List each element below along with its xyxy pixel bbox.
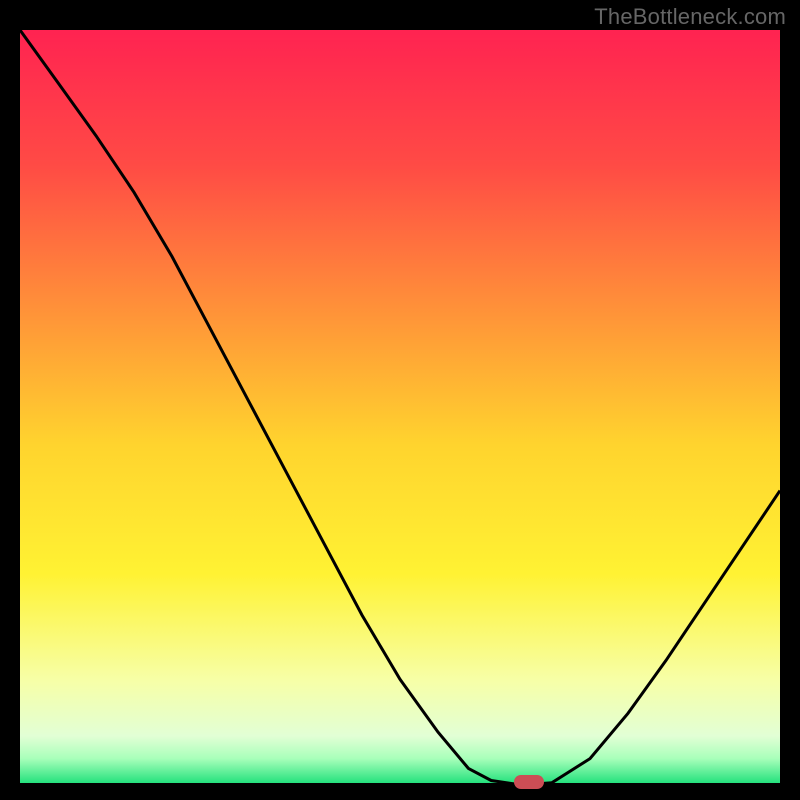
plot-area bbox=[20, 30, 780, 785]
optimal-marker bbox=[514, 775, 544, 789]
watermark-text: TheBottleneck.com bbox=[594, 4, 786, 30]
chart-svg bbox=[20, 30, 780, 785]
chart-background bbox=[20, 30, 780, 785]
chart-frame: TheBottleneck.com bbox=[0, 0, 800, 800]
